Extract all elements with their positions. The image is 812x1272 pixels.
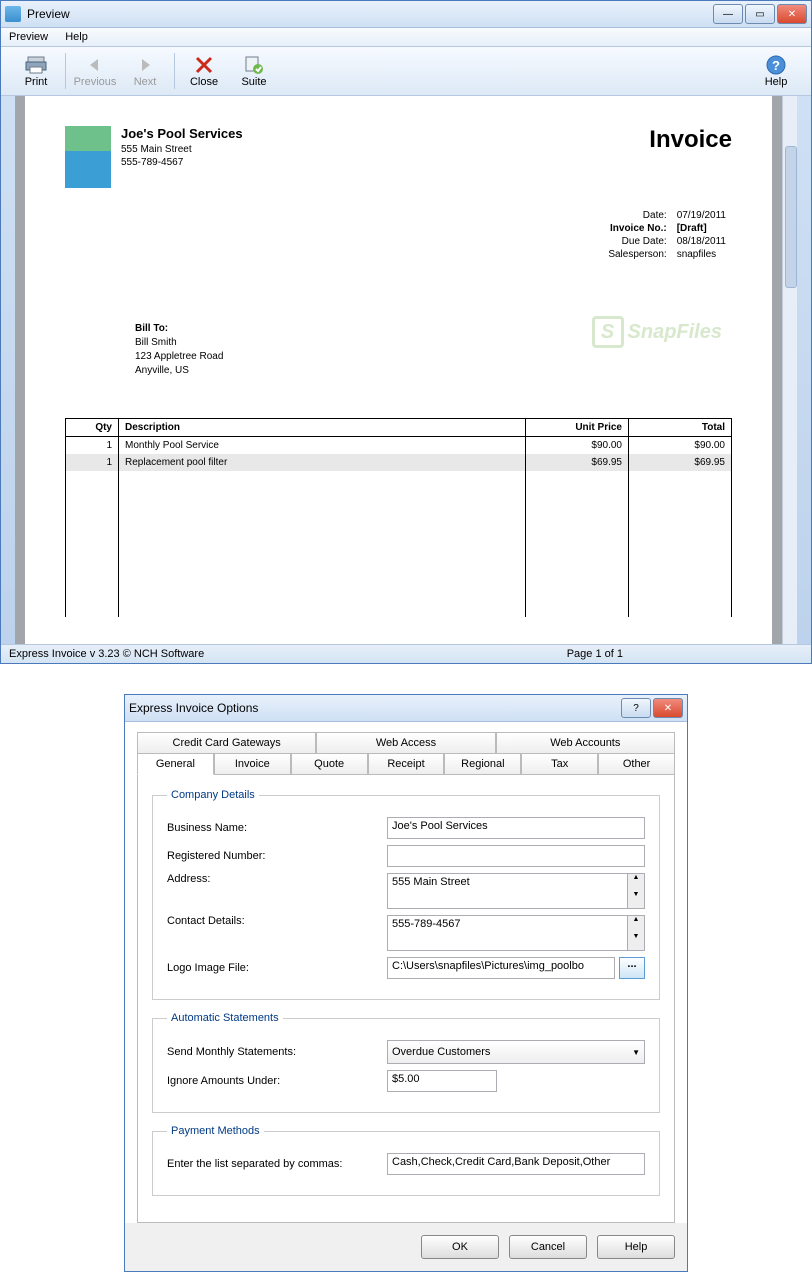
business-name-input[interactable]: Joe's Pool Services — [387, 817, 645, 839]
tab-web-accounts[interactable]: Web Accounts — [496, 732, 675, 753]
company-logo — [65, 126, 111, 188]
invoice-document: Joe's Pool Services 555 Main Street 555-… — [25, 96, 772, 644]
suite-icon — [242, 54, 266, 76]
business-name-label: Business Name: — [167, 822, 387, 834]
tab-web-access[interactable]: Web Access — [316, 732, 495, 753]
print-button[interactable]: Print — [11, 54, 61, 88]
cancel-button[interactable]: Cancel — [509, 1235, 587, 1259]
preview-window: Preview — ▭ ✕ Preview Help Print Previou… — [0, 0, 812, 664]
tab-row-top: Credit Card Gateways Web Access Web Acco… — [137, 732, 675, 753]
contact-label: Contact Details: — [167, 915, 387, 927]
table-row: 1 Replacement pool filter $69.95 $69.95 — [66, 454, 732, 471]
titlebar[interactable]: Preview — ▭ ✕ — [1, 1, 811, 28]
dialog-close-button[interactable]: ✕ — [653, 698, 683, 718]
dialog-title: Express Invoice Options — [129, 701, 621, 715]
dialog-titlebar[interactable]: Express Invoice Options ? ✕ — [125, 695, 687, 722]
help-icon: ? — [764, 54, 788, 76]
company-phone: 555-789-4567 — [121, 156, 243, 169]
send-statements-label: Send Monthly Statements: — [167, 1046, 387, 1058]
window-title: Preview — [27, 7, 713, 21]
preview-viewport: Joe's Pool Services 555 Main Street 555-… — [1, 96, 811, 644]
toolbar: Print Previous Next Close Suite — [1, 47, 811, 96]
payment-list-input[interactable]: Cash,Check,Credit Card,Bank Deposit,Othe… — [387, 1153, 645, 1175]
next-button: Next — [120, 54, 170, 88]
previous-button: Previous — [70, 54, 120, 88]
payment-list-label: Enter the list separated by commas: — [167, 1158, 387, 1170]
tab-regional[interactable]: Regional — [444, 753, 521, 775]
tab-row-bottom: General Invoice Quote Receipt Regional T… — [137, 753, 675, 775]
tab-other[interactable]: Other — [598, 753, 675, 775]
printer-icon — [24, 54, 48, 76]
tab-tax[interactable]: Tax — [521, 753, 598, 775]
company-address: 555 Main Street — [121, 143, 243, 156]
help-button[interactable]: ? Help — [751, 54, 801, 88]
menu-preview[interactable]: Preview — [9, 31, 48, 43]
dialog-help-button[interactable]: Help — [597, 1235, 675, 1259]
ignore-amounts-label: Ignore Amounts Under: — [167, 1075, 387, 1087]
tab-quote[interactable]: Quote — [291, 753, 368, 775]
maximize-button[interactable]: ▭ — [745, 4, 775, 24]
ignore-amounts-input[interactable]: $5.00 — [387, 1070, 497, 1092]
send-statements-select[interactable]: Overdue Customers ▼ — [387, 1040, 645, 1064]
app-icon — [5, 6, 21, 22]
status-page: Page 1 of 1 — [567, 648, 623, 660]
contact-spinner[interactable]: ▲▼ — [627, 915, 645, 951]
menubar: Preview Help — [1, 28, 811, 47]
svg-text:?: ? — [772, 58, 780, 73]
tab-cc-gateways[interactable]: Credit Card Gateways — [137, 732, 316, 753]
options-dialog: Express Invoice Options ? ✕ Credit Card … — [124, 694, 688, 1272]
close-button[interactable]: Close — [179, 54, 229, 88]
browse-button[interactable]: ... — [619, 957, 645, 979]
arrow-right-icon — [133, 54, 157, 76]
chevron-down-icon: ▼ — [632, 1048, 640, 1057]
close-window-button[interactable]: ✕ — [777, 4, 807, 24]
payment-methods-group: Payment Methods Enter the list separated… — [152, 1125, 660, 1196]
tab-receipt[interactable]: Receipt — [368, 753, 445, 775]
address-spinner[interactable]: ▲▼ — [627, 873, 645, 909]
statusbar: Express Invoice v 3.23 © NCH Software Pa… — [1, 644, 811, 663]
watermark: S SnapFiles — [592, 316, 722, 348]
company-name: Joe's Pool Services — [121, 126, 243, 143]
arrow-left-icon — [83, 54, 107, 76]
scrollbar-thumb[interactable] — [785, 146, 797, 288]
menu-help[interactable]: Help — [65, 31, 88, 43]
table-row: 1 Monthly Pool Service $90.00 $90.00 — [66, 437, 732, 455]
status-version: Express Invoice v 3.23 © NCH Software — [9, 648, 204, 660]
contact-input[interactable]: 555-789-4567 — [387, 915, 627, 951]
tab-invoice[interactable]: Invoice — [214, 753, 291, 775]
dialog-help-button[interactable]: ? — [621, 698, 651, 718]
tab-panel-general: Company Details Business Name: Joe's Poo… — [137, 775, 675, 1223]
tab-general[interactable]: General — [137, 753, 214, 775]
minimize-button[interactable]: — — [713, 4, 743, 24]
ok-button[interactable]: OK — [421, 1235, 499, 1259]
suite-button[interactable]: Suite — [229, 54, 279, 88]
document-title: Invoice — [649, 126, 732, 188]
company-details-group: Company Details Business Name: Joe's Poo… — [152, 789, 660, 1000]
dialog-buttons: OK Cancel Help — [125, 1223, 687, 1271]
reg-number-input[interactable] — [387, 845, 645, 867]
logo-path-input[interactable]: C:\Users\snapfiles\Pictures\img_poolbo — [387, 957, 615, 979]
close-x-icon — [192, 54, 216, 76]
invoice-meta: Date:07/19/2011 Invoice No.:[Draft] Due … — [602, 208, 732, 262]
line-items-table: Qty Description Unit Price Total 1 Month… — [65, 418, 732, 617]
logo-label: Logo Image File: — [167, 962, 387, 974]
address-input[interactable]: 555 Main Street — [387, 873, 627, 909]
reg-number-label: Registered Number: — [167, 850, 387, 862]
auto-statements-group: Automatic Statements Send Monthly Statem… — [152, 1012, 660, 1113]
address-label: Address: — [167, 873, 387, 885]
scrollbar[interactable] — [782, 96, 797, 644]
